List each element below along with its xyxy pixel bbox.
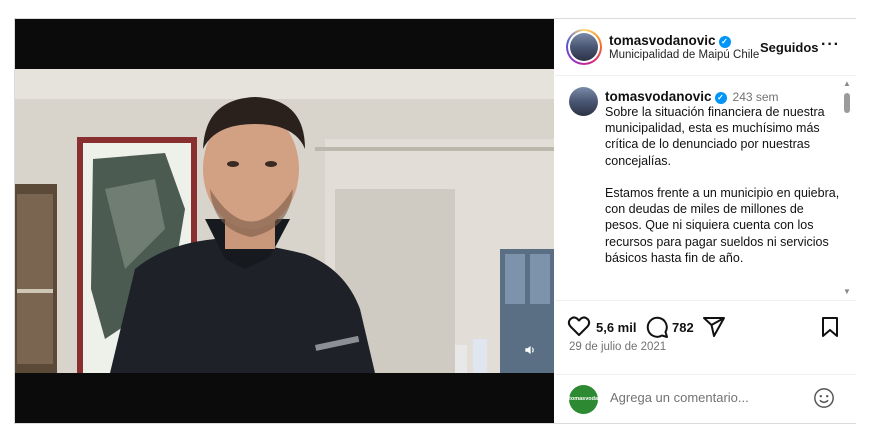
caption-section: tomasvodanovic ✓ 243 sem Sobre la situació… — [555, 77, 856, 299]
location-link[interactable]: Municipalidad de Maipú Chile — [609, 49, 759, 61]
caption-time: 243 sem — [732, 90, 779, 104]
scrollbar-thumb[interactable] — [844, 93, 850, 113]
post-header: tomasvodanovic ✓ Municipalidad de Maipú C… — [555, 19, 856, 76]
speaker-icon[interactable] — [523, 343, 537, 357]
caption-username[interactable]: tomasvodanovic — [605, 89, 712, 104]
emoji-icon[interactable] — [813, 387, 835, 409]
scroll-down-arrow-icon[interactable]: ▼ — [843, 287, 851, 296]
share-icon[interactable] — [702, 315, 726, 339]
video-frame[interactable] — [15, 69, 554, 373]
more-options-icon[interactable]: ··· — [821, 36, 840, 54]
scroll-up-arrow-icon[interactable]: ▲ — [843, 79, 851, 88]
username-link[interactable]: tomasvodanovic — [609, 33, 716, 48]
verified-badge-icon: ✓ — [714, 92, 727, 104]
comment-bar: tomasvodanovic.cl — [555, 374, 856, 423]
verified-badge-icon: ✓ — [718, 36, 731, 48]
avatar[interactable] — [566, 29, 602, 65]
heart-icon[interactable] — [567, 315, 591, 337]
post-date[interactable]: 29 de julio de 2021 — [569, 341, 666, 353]
bookmark-icon[interactable] — [820, 316, 840, 338]
following-button[interactable]: Seguidos — [760, 40, 819, 55]
post-side-panel: tomasvodanovic ✓ Municipalidad de Maipú C… — [555, 19, 856, 423]
comment-icon[interactable] — [645, 315, 669, 339]
caption-avatar[interactable] — [569, 87, 598, 116]
video-player[interactable] — [15, 19, 554, 423]
likes-count[interactable]: 5,6 mil — [596, 320, 636, 335]
video-still — [15, 69, 554, 373]
post-modal: tomasvodanovic ✓ Municipalidad de Maipú C… — [14, 18, 856, 424]
comment-input[interactable] — [610, 390, 800, 405]
caption-scrollbar[interactable]: ▲ ▼ — [841, 79, 853, 297]
caption-text: Sobre la situación financiera de nuestra… — [605, 105, 840, 265]
commenter-avatar: tomasvodanovic.cl — [569, 385, 598, 414]
comments-count[interactable]: 782 — [672, 320, 694, 335]
